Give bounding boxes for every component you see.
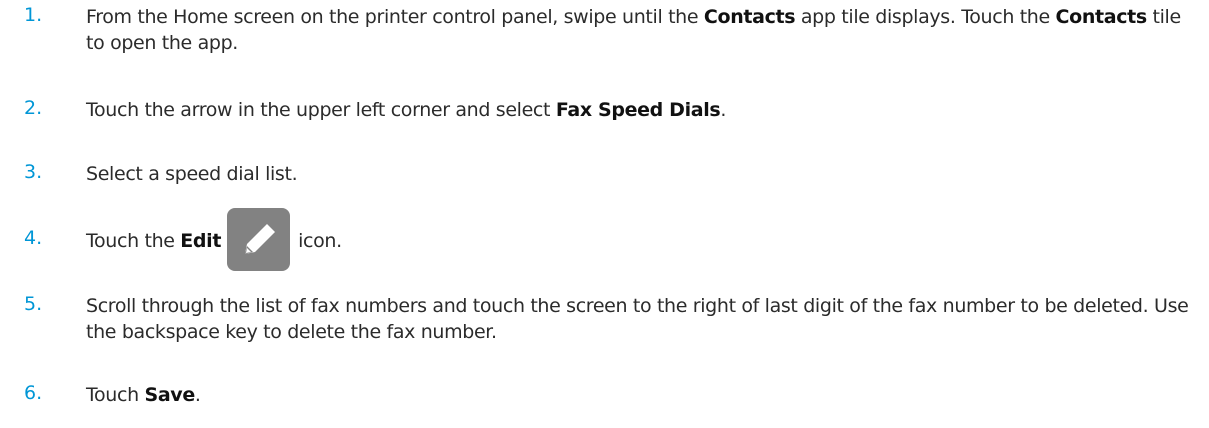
step-number: 3.: [24, 161, 43, 183]
step-text-part: Touch the arrow in the upper left corner…: [86, 99, 556, 121]
step-number: 5.: [24, 293, 43, 315]
step-text-part: Touch: [86, 384, 145, 406]
step-text-part: icon.: [298, 230, 342, 252]
step-text: Scroll through the list of fax numbers a…: [86, 293, 1196, 345]
step-text-part: From the Home screen on the printer cont…: [86, 6, 704, 28]
step-text-part: Touch the: [86, 230, 181, 252]
fax-speed-dials-term: Fax Speed Dials: [555, 99, 721, 121]
step-text: From the Home screen on the printer cont…: [86, 4, 1196, 56]
contacts-term: Contacts: [1055, 6, 1148, 28]
step-text-part: Scroll through the list of fax numbers a…: [86, 295, 1189, 343]
step-number: 1.: [24, 4, 43, 26]
step-text: Select a speed dial list.: [86, 161, 1196, 187]
step-number: 4.: [24, 227, 43, 249]
pencil-edit-icon: [227, 208, 291, 271]
step-text-part: Select a speed dial list.: [86, 163, 298, 185]
edit-term: Edit: [180, 230, 222, 252]
step-text: Touch Save.: [86, 382, 1196, 408]
contacts-term: Contacts: [703, 6, 796, 28]
step-text-part: app tile displays. Touch the: [795, 6, 1056, 28]
step-text-part: .: [194, 384, 201, 406]
step-text: Touch the Edit icon.: [86, 208, 1196, 273]
step-number: 2.: [24, 97, 43, 119]
step-text-part: .: [720, 99, 727, 121]
step-number: 6.: [24, 382, 43, 404]
save-term: Save: [144, 384, 195, 406]
pencil-edit-icon-graphic: [245, 224, 276, 254]
step-text: Touch the arrow in the upper left corner…: [86, 97, 1196, 123]
